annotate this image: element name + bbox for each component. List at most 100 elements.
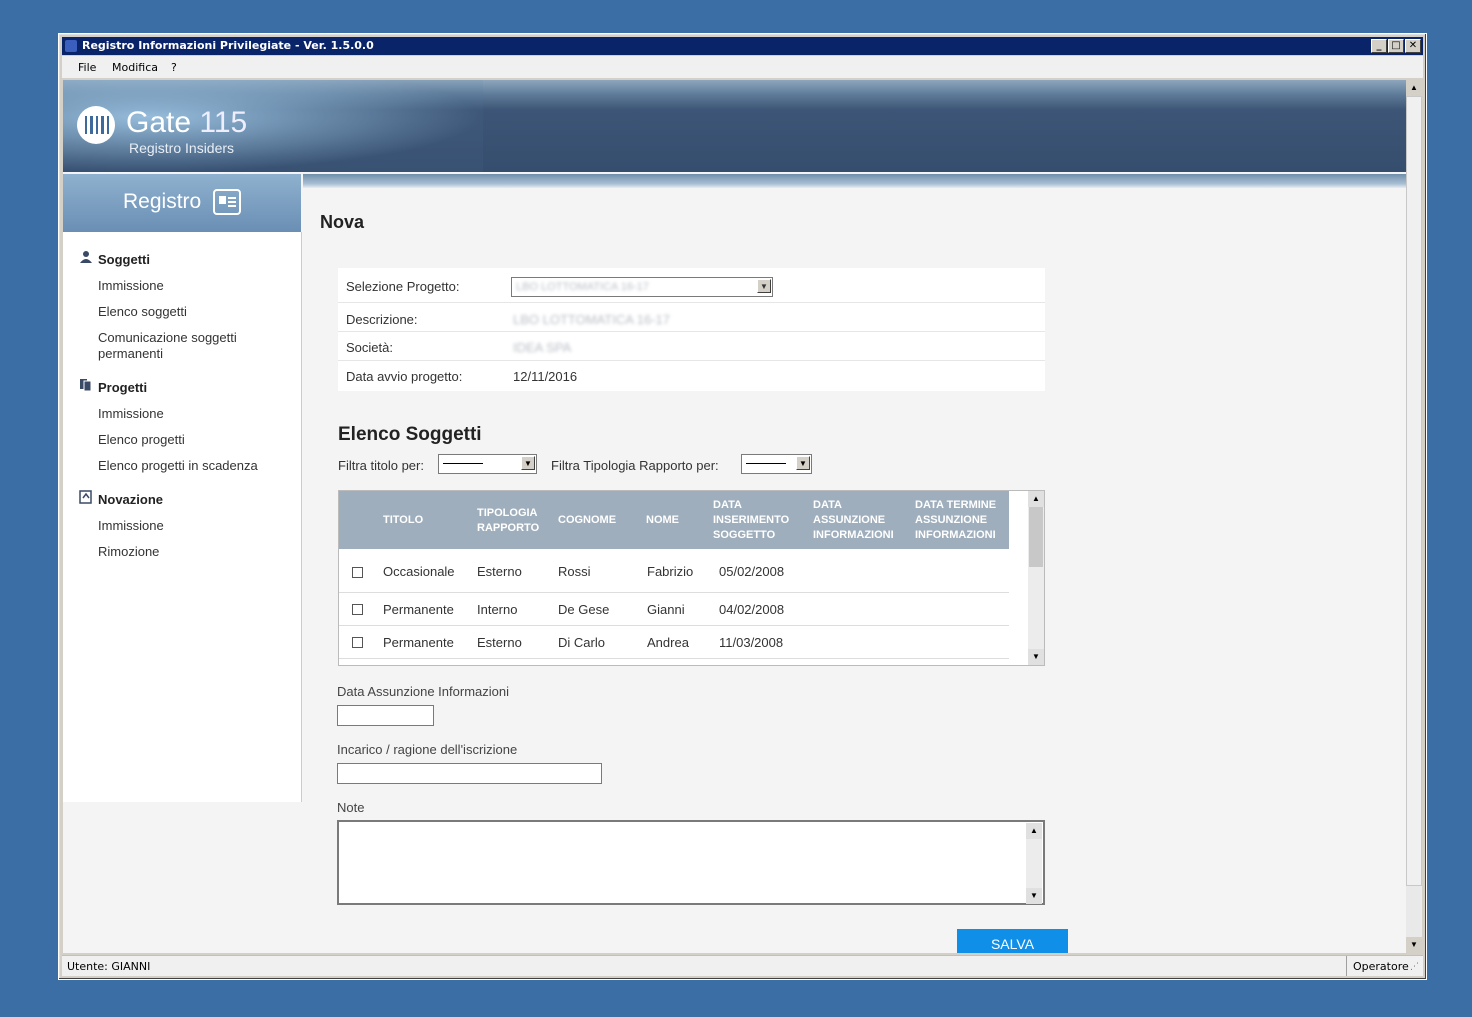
resize-grip-icon[interactable]: ⋰ [1410, 962, 1419, 972]
col-cognome[interactable]: COGNOME [558, 513, 616, 528]
chevron-down-icon: ▼ [796, 456, 810, 470]
row-checkbox[interactable] [352, 604, 363, 615]
chevron-down-icon: ▼ [757, 279, 771, 293]
minimize-button[interactable]: _ [1371, 39, 1387, 53]
status-role: Operatore [1353, 960, 1409, 973]
sidebar-item-rimozione[interactable]: Rimozione [98, 544, 159, 560]
scroll-down-icon[interactable]: ▼ [1028, 649, 1044, 665]
subjects-title: Elenco Soggetti [338, 424, 482, 445]
cell-titolo: Permanente [383, 635, 454, 650]
cell-data-inserimento: 11/03/2008 [719, 635, 784, 650]
description-value: LBO LOTTOMATICA 16-17 [513, 312, 671, 327]
person-icon [80, 251, 92, 263]
subjects-table: TITOLO TIPOLOGIA RAPPORTO COGNOME NOME D… [338, 490, 1045, 666]
assunzione-label: Data Assunzione Informazioni [337, 684, 509, 699]
scroll-up-icon[interactable]: ▲ [1026, 823, 1042, 839]
sidebar-section-soggetti: Soggetti [98, 252, 150, 267]
scroll-down-icon[interactable]: ▼ [1406, 937, 1422, 953]
app-icon [65, 40, 77, 52]
col-tipologia[interactable]: TIPOLOGIA RAPPORTO [477, 506, 549, 536]
row-checkbox[interactable] [352, 637, 363, 648]
logo-bars-icon [85, 116, 110, 134]
note-scrollbar[interactable]: ▲ ▼ [1026, 823, 1042, 904]
project-select[interactable]: LBO LOTTOMATICA 16-17 ▼ [511, 277, 773, 297]
filter-type-select[interactable]: ▼ [741, 454, 812, 474]
save-button[interactable]: SALVA [957, 929, 1068, 953]
project-form: Selezione Progetto: LBO LOTTOMATICA 16-1… [338, 268, 1045, 391]
sidebar-item-comunicazione-soggetti[interactable]: Comunicazione soggetti permanenti [98, 330, 278, 362]
table-scrollbar[interactable]: ▲ ▼ [1028, 491, 1044, 665]
registry-card-icon [213, 189, 241, 215]
cell-nome: Fabrizio [647, 564, 694, 579]
menu-file[interactable]: File [78, 61, 96, 74]
cell-nome: Gianni [647, 602, 685, 617]
sidebar-item-novazione-immissione[interactable]: Immissione [98, 518, 164, 534]
sidebar-item-elenco-progetti[interactable]: Elenco progetti [98, 432, 185, 448]
filter-title-label: Filtra titolo per: [338, 458, 424, 473]
window-title: Registro Informazioni Privilegiate - Ver… [82, 39, 374, 52]
scroll-down-icon[interactable]: ▼ [1026, 888, 1042, 904]
filter-type-label: Filtra Tipologia Rapporto per: [551, 458, 719, 473]
page-title: Nova [320, 212, 365, 232]
note-textarea[interactable]: ▲ ▼ [337, 820, 1045, 905]
main-content: Nova Selezione Progetto: LBO LOTTOMATICA… [303, 188, 1406, 953]
table-row[interactable]: Permanente Interno De Gese Gianni 04/02/… [339, 593, 1009, 626]
start-date-label: Data avvio progetto: [346, 369, 463, 384]
filter-title-select[interactable]: ▼ [438, 454, 537, 474]
close-button[interactable]: ✕ [1405, 39, 1421, 53]
menu-help[interactable]: ? [171, 61, 177, 74]
brand-subtitle: Registro Insiders [129, 140, 235, 156]
cell-cognome: Di Carlo [558, 635, 605, 650]
cell-nome: Andrea [647, 635, 689, 650]
col-titolo[interactable]: TITOLO [383, 513, 423, 528]
client-area: Gate 115 Registro Insiders Registro Sogg… [63, 80, 1406, 953]
header-band [303, 174, 1406, 188]
description-row: Descrizione: LBO LOTTOMATICA 16-17 [338, 303, 1045, 332]
table-scroll-thumb[interactable] [1029, 507, 1043, 567]
start-date-row: Data avvio progetto: 12/11/2016 [338, 361, 1045, 390]
menu-modifica[interactable]: Modifica [112, 61, 158, 74]
incarico-input[interactable] [337, 763, 602, 784]
company-row: Società: IDEA SPA [338, 332, 1045, 361]
incarico-label: Incarico / ragione dell'iscrizione [337, 742, 518, 757]
cell-tipologia: Esterno [477, 564, 522, 579]
sidebar-header: Registro [63, 174, 301, 232]
col-nome[interactable]: NOME [646, 513, 679, 528]
cell-cognome: Rossi [558, 564, 591, 579]
company-label: Società: [346, 340, 393, 355]
cell-titolo: Permanente [383, 602, 454, 617]
col-data-assunzione[interactable]: DATA ASSUNZIONE INFORMAZIONI [813, 498, 903, 543]
sidebar-section-progetti: Progetti [98, 380, 148, 395]
sidebar-header-label: Registro [123, 190, 202, 213]
cell-data-inserimento: 04/02/2008 [719, 602, 785, 617]
sidebar-item-soggetti-immissione[interactable]: Immissione [98, 278, 164, 294]
description-label: Descrizione: [346, 312, 418, 327]
scroll-up-icon[interactable]: ▲ [1028, 491, 1044, 507]
table-row[interactable]: Occasionale Esterno Rossi Fabrizio 05/02… [339, 549, 1009, 593]
note-label: Note [337, 800, 365, 815]
brand-name: Gate 115 [126, 106, 248, 139]
col-data-termine[interactable]: DATA TERMINE ASSUNZIONE INFORMAZIONI [915, 498, 1005, 543]
cell-tipologia: Esterno [477, 635, 522, 650]
maximize-button[interactable]: □ [1388, 39, 1404, 53]
chevron-down-icon: ▼ [521, 456, 535, 470]
documents-icon [80, 379, 92, 392]
title-bar: Registro Informazioni Privilegiate - Ver… [62, 37, 1423, 55]
status-bar: Utente: GIANNI Operatore ⋰ [62, 955, 1423, 976]
assunzione-date-input[interactable] [337, 705, 434, 726]
cell-cognome: De Gese [558, 602, 610, 617]
sidebar-item-progetti-immissione[interactable]: Immissione [98, 406, 164, 422]
sidebar-item-progetti-scadenza[interactable]: Elenco progetti in scadenza [98, 458, 258, 474]
project-selection-row: Selezione Progetto: LBO LOTTOMATICA 16-1… [338, 268, 1045, 303]
refresh-document-icon [79, 490, 92, 504]
cell-data-inserimento: 05/02/2008 [719, 564, 785, 579]
scroll-up-icon[interactable]: ▲ [1406, 80, 1422, 96]
window-scroll-thumb[interactable] [1406, 96, 1422, 886]
window-scrollbar[interactable]: ▲ ▼ [1406, 80, 1422, 953]
app-header: Gate 115 Registro Insiders [63, 80, 1406, 172]
col-data-inserimento[interactable]: DATA INSERIMENTO SOGGETTO [713, 498, 798, 543]
table-row[interactable]: Permanente Esterno Di Carlo Andrea 11/03… [339, 626, 1009, 659]
cell-tipologia: Interno [477, 602, 518, 617]
row-checkbox[interactable] [352, 567, 363, 578]
sidebar-item-elenco-soggetti[interactable]: Elenco soggetti [98, 304, 187, 320]
